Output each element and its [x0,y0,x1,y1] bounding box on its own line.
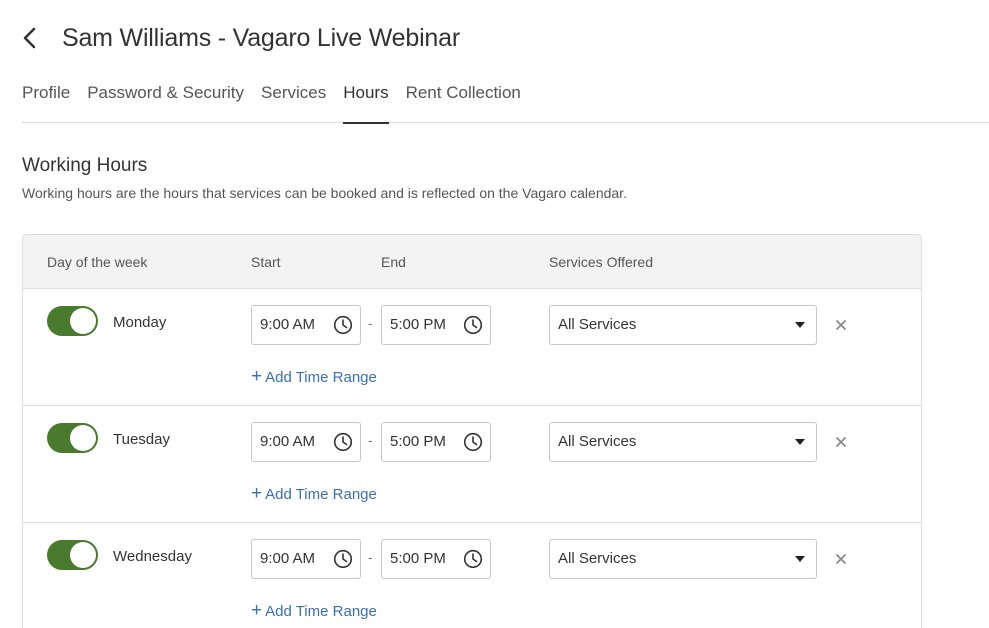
column-header-day: Day of the week [47,254,148,270]
toggle-knob [70,425,96,451]
time-separator: - [368,315,373,331]
end-time-input[interactable]: 5:00 PM [381,422,491,462]
working-hours-table: Day of the week Start End Services Offer… [22,234,922,628]
add-time-range-label: Add Time Range [265,368,377,386]
end-time-value: 5:00 PM [390,316,446,333]
services-select-value: All Services [558,550,637,567]
page-title: Sam Williams - Vagaro Live Webinar [62,23,460,52]
add-time-range-link[interactable]: + Add Time Range [251,483,377,504]
day-label: Monday [113,314,167,331]
toggle-knob [70,308,96,334]
day-toggle[interactable] [47,423,98,453]
remove-button[interactable] [833,434,849,450]
add-time-range-link[interactable]: + Add Time Range [251,366,377,387]
column-header-end: End [381,254,406,270]
start-time-input[interactable]: 9:00 AM [251,422,361,462]
section-title: Working Hours [22,155,148,176]
day-label: Tuesday [113,431,170,448]
chevron-left-icon [23,27,36,49]
clock-icon [463,549,483,569]
back-button[interactable] [22,20,52,56]
add-time-range-label: Add Time Range [265,485,377,503]
toggle-knob [70,542,96,568]
tab-rent-collection[interactable]: Rent Collection [406,80,521,123]
tab-profile[interactable]: Profile [22,80,70,123]
start-time-input[interactable]: 9:00 AM [251,305,361,345]
tab-services[interactable]: Services [261,80,326,123]
services-select-value: All Services [558,433,637,450]
plus-icon: + [251,366,263,387]
end-time-input[interactable]: 5:00 PM [381,539,491,579]
end-time-value: 5:00 PM [390,550,446,567]
page-header: Sam Williams - Vagaro Live Webinar [22,20,460,56]
end-time-input[interactable]: 5:00 PM [381,305,491,345]
start-time-value: 9:00 AM [260,316,316,333]
tab-password-security[interactable]: Password & Security [87,80,244,123]
tab-hours[interactable]: Hours [343,80,389,124]
column-header-services: Services Offered [549,254,654,270]
caret-down-icon [795,439,805,445]
start-time-value: 9:00 AM [260,550,316,567]
remove-button[interactable] [833,551,849,567]
day-toggle[interactable] [47,306,98,336]
column-header-start: Start [251,254,281,270]
close-icon [836,554,846,564]
table-row: Tuesday 9:00 AM - 5:00 PM All Services +… [23,406,921,523]
caret-down-icon [795,556,805,562]
services-select[interactable]: All Services [549,305,817,345]
clock-icon [333,432,353,452]
section-description: Working hours are the hours that service… [22,185,627,201]
time-separator: - [368,432,373,448]
plus-icon: + [251,483,263,504]
add-time-range-link[interactable]: + Add Time Range [251,600,377,621]
day-label: Wednesday [113,548,192,565]
close-icon [836,320,846,330]
close-icon [836,437,846,447]
time-separator: - [368,549,373,565]
clock-icon [463,315,483,335]
table-row: Monday 9:00 AM - 5:00 PM All Services + … [23,289,921,406]
end-time-value: 5:00 PM [390,433,446,450]
services-select[interactable]: All Services [549,422,817,462]
clock-icon [463,432,483,452]
start-time-input[interactable]: 9:00 AM [251,539,361,579]
add-time-range-label: Add Time Range [265,602,377,620]
table-row: Wednesday 9:00 AM - 5:00 PM All Services… [23,523,921,628]
plus-icon: + [251,600,263,621]
services-select[interactable]: All Services [549,539,817,579]
clock-icon [333,549,353,569]
clock-icon [333,315,353,335]
caret-down-icon [795,322,805,328]
start-time-value: 9:00 AM [260,433,316,450]
day-toggle[interactable] [47,540,98,570]
services-select-value: All Services [558,316,637,333]
table-header: Day of the week Start End Services Offer… [23,235,921,289]
tab-bar: Profile Password & Security Services Hou… [22,80,989,124]
remove-button[interactable] [833,317,849,333]
